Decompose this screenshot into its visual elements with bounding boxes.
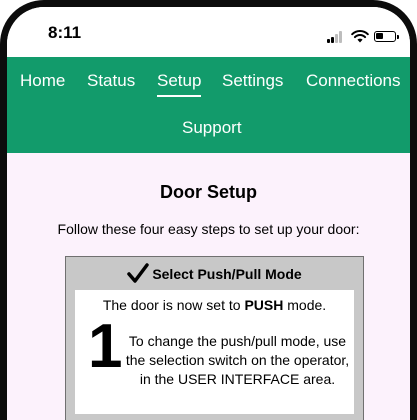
mode-value: PUSH [244, 297, 284, 313]
nav-item-status[interactable]: Status [87, 71, 135, 91]
step-header-label: Select Push/Pull Mode [152, 266, 302, 282]
status-bar: 8:11 [7, 7, 410, 57]
battery-icon [374, 31, 399, 42]
step-number: 1 [88, 312, 123, 381]
step-body: The door is now set to PUSH mode. 1 To c… [75, 290, 354, 414]
step-card: Select Push/Pull Mode The door is now se… [65, 256, 364, 420]
nav-item-setup[interactable]: Setup [157, 71, 202, 97]
step-header: Select Push/Pull Mode [66, 263, 363, 287]
intro-text: Follow these four easy steps to set up y… [57, 221, 360, 237]
mode-status: The door is now set to PUSH mode. [75, 297, 354, 313]
nav-item-home[interactable]: Home [20, 71, 65, 91]
nav-item-support[interactable]: Support [182, 118, 242, 138]
mode-prefix: The door is now set to [102, 297, 241, 313]
step-instructions: To change the push/pull mode, use the se… [125, 333, 350, 387]
mode-suffix: mode. [287, 297, 327, 313]
page-title: Door Setup [160, 182, 257, 202]
status-time: 8:11 [48, 23, 82, 42]
nav-item-connections[interactable]: Connections [306, 71, 401, 91]
checkmark-icon [127, 263, 150, 283]
signal-icon [327, 31, 343, 43]
wifi-icon [351, 30, 369, 43]
main-content: Door Setup Follow these four easy steps … [7, 153, 410, 420]
nav-item-settings[interactable]: Settings [222, 71, 283, 91]
phone-frame: 8:11 Home Status Setup Settings Connecti… [0, 0, 417, 420]
top-navigation: Home Status Setup Settings Connections S… [7, 57, 410, 153]
